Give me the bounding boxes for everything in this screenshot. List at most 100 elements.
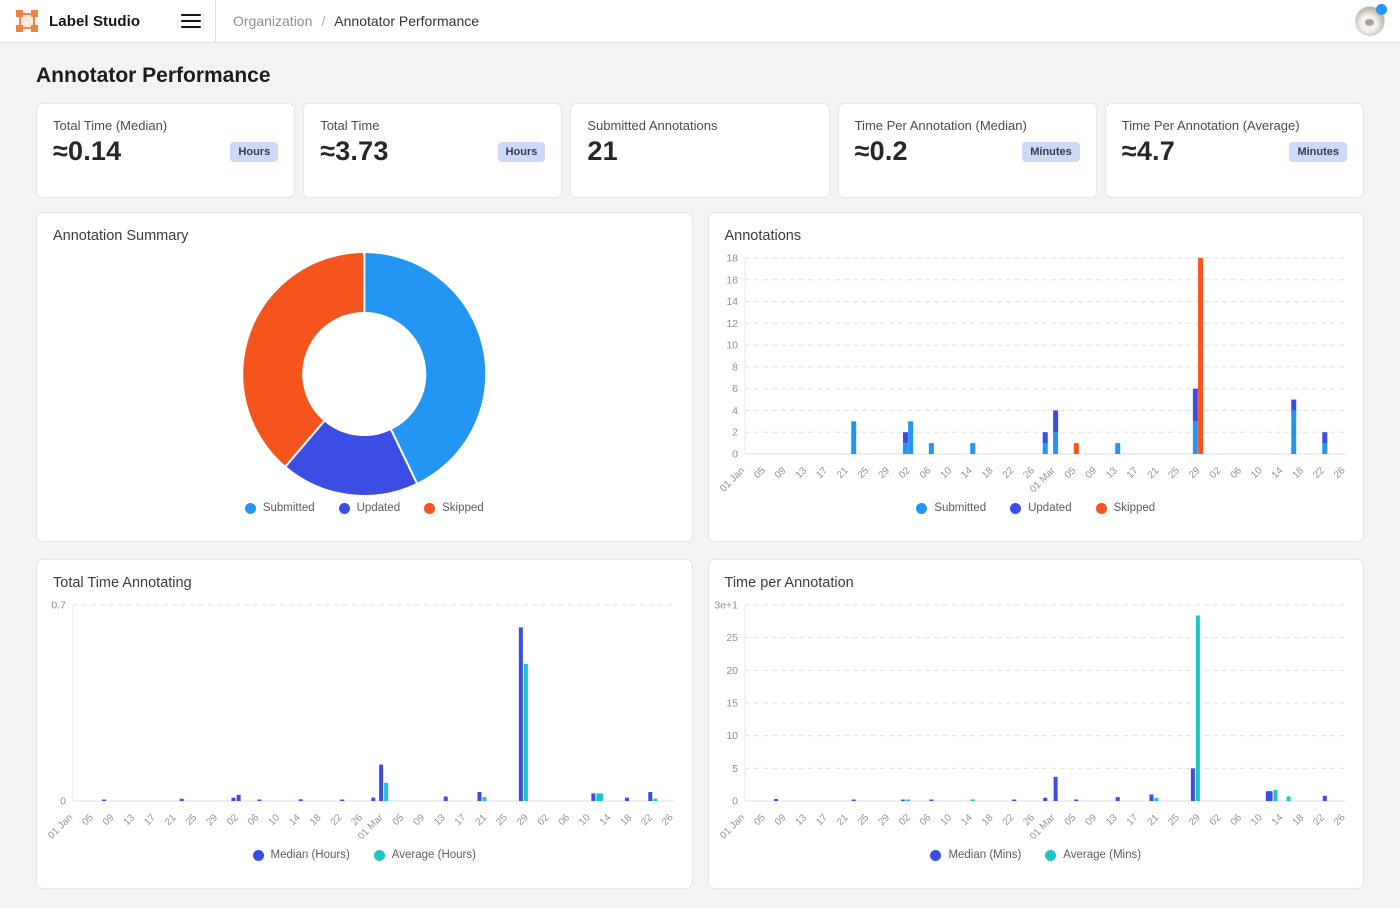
bar-average[interactable] <box>653 798 657 801</box>
legend-label: Average (Hours) <box>392 849 476 861</box>
legend-item-median-hours-[interactable]: Median (Hours) <box>253 849 350 861</box>
bar-skipped[interactable] <box>1073 443 1078 454</box>
bar-average[interactable] <box>384 783 388 801</box>
menu-icon[interactable] <box>181 14 201 28</box>
bar-average[interactable] <box>1286 796 1290 801</box>
bar-average[interactable] <box>1273 790 1277 801</box>
y-axis-label: 6 <box>732 383 738 395</box>
bar-average[interactable] <box>524 664 528 801</box>
x-axis-label: 29 <box>876 465 892 481</box>
user-avatar[interactable] <box>1355 6 1385 36</box>
x-axis-label: 05 <box>752 465 768 481</box>
bar-submitted[interactable] <box>1053 432 1058 454</box>
bar-average[interactable] <box>905 800 909 802</box>
bar-median[interactable] <box>477 792 481 801</box>
bar-median[interactable] <box>900 800 904 802</box>
bar-updated[interactable] <box>1192 389 1197 422</box>
bar-updated[interactable] <box>902 432 907 443</box>
bar-submitted[interactable] <box>1192 421 1197 454</box>
y-axis-label: 0 <box>60 796 66 808</box>
bar-median[interactable] <box>102 800 106 802</box>
x-axis-label: 05 <box>1062 812 1078 828</box>
legend-item-submitted[interactable]: Submitted <box>245 502 315 514</box>
x-axis-label: 29 <box>515 812 531 828</box>
bar-average[interactable] <box>482 797 486 801</box>
legend-dot <box>339 503 350 514</box>
bar-median[interactable] <box>1149 794 1153 801</box>
y-axis-label: 2 <box>732 427 738 439</box>
bar-median[interactable] <box>648 792 652 801</box>
legend-item-updated[interactable]: Updated <box>339 502 400 514</box>
bar-median[interactable] <box>371 798 375 801</box>
bar-median[interactable] <box>1012 800 1016 802</box>
bar-median[interactable] <box>299 799 303 801</box>
bar-median[interactable] <box>1074 800 1078 802</box>
bar-submitted[interactable] <box>970 443 975 454</box>
bar-updated[interactable] <box>1322 432 1327 443</box>
bar-updated[interactable] <box>1053 410 1058 432</box>
bar-median[interactable] <box>1053 777 1057 801</box>
bar-median[interactable] <box>237 795 241 801</box>
x-axis-label: 14 <box>959 465 975 481</box>
bar-median[interactable] <box>929 800 933 802</box>
x-axis-label: 29 <box>204 812 220 828</box>
bar-submitted[interactable] <box>902 443 907 454</box>
x-axis-label: 17 <box>1124 812 1140 828</box>
x-axis-label: 09 <box>101 812 117 828</box>
bar-average[interactable] <box>1195 615 1199 801</box>
bar-median[interactable] <box>180 799 184 801</box>
bar-median[interactable] <box>444 797 448 801</box>
x-axis-label: 13 <box>1104 465 1120 481</box>
bar-median[interactable] <box>851 800 855 802</box>
chart-title-total-time-annotating: Total Time Annotating <box>37 560 692 595</box>
annotation-summary-card: Annotation Summary SubmittedUpdatedSkipp… <box>36 212 693 542</box>
bar-submitted[interactable] <box>1042 443 1047 454</box>
bar-average[interactable] <box>599 793 603 801</box>
bar-updated[interactable] <box>1291 400 1296 411</box>
bar-median[interactable] <box>340 800 344 802</box>
bar-median[interactable] <box>1043 798 1047 801</box>
bar-median[interactable] <box>1190 768 1194 801</box>
chart-title-annotations: Annotations <box>709 213 1364 248</box>
bar-median[interactable] <box>1322 796 1326 801</box>
bar-median[interactable] <box>519 627 523 801</box>
bar-submitted[interactable] <box>851 421 856 454</box>
bar-submitted[interactable] <box>1115 443 1120 454</box>
x-axis-label: 13 <box>793 465 809 481</box>
legend-item-skipped[interactable]: Skipped <box>424 502 484 514</box>
bar-median[interactable] <box>379 765 383 801</box>
chart-title-time-per-annotation: Time per Annotation <box>709 560 1364 595</box>
bar-skipped[interactable] <box>1198 258 1203 454</box>
legend-item-skipped[interactable]: Skipped <box>1096 502 1156 514</box>
legend-item-average-mins-[interactable]: Average (Mins) <box>1045 849 1141 861</box>
x-axis-label: 26 <box>1331 465 1347 481</box>
breadcrumb-current: Annotator Performance <box>334 13 479 29</box>
y-axis-label: 10 <box>726 340 738 352</box>
bar-median[interactable] <box>1115 797 1119 801</box>
bar-submitted[interactable] <box>1291 410 1296 454</box>
legend-item-median-mins-[interactable]: Median (Mins) <box>930 849 1021 861</box>
bar-median[interactable] <box>231 798 235 801</box>
time-per-annotation-legend: Median (Mins) Average (Mins) <box>709 849 1364 861</box>
bar-submitted[interactable] <box>1322 443 1327 454</box>
bar-median[interactable] <box>257 800 261 802</box>
x-axis-label: 25 <box>1166 465 1182 481</box>
x-axis-label: 02 <box>225 812 241 828</box>
bar-median[interactable] <box>1268 791 1272 801</box>
legend-item-submitted[interactable]: Submitted <box>916 502 986 514</box>
x-axis-label: 26 <box>1331 812 1347 828</box>
bar-median[interactable] <box>774 799 778 801</box>
bar-median[interactable] <box>591 793 595 801</box>
legend-label: Skipped <box>1114 502 1156 514</box>
legend-item-updated[interactable]: Updated <box>1010 502 1071 514</box>
breadcrumb-organization[interactable]: Organization <box>233 13 312 29</box>
bar-updated[interactable] <box>1042 432 1047 443</box>
bar-average[interactable] <box>970 799 974 801</box>
bar-submitted[interactable] <box>908 421 913 454</box>
label-studio-logo-icon[interactable] <box>16 10 38 32</box>
bar-median[interactable] <box>625 798 629 801</box>
page-title: Annotator Performance <box>36 64 1364 88</box>
bar-submitted[interactable] <box>928 443 933 454</box>
bar-average[interactable] <box>1154 798 1158 801</box>
legend-item-average-hours-[interactable]: Average (Hours) <box>374 849 476 861</box>
